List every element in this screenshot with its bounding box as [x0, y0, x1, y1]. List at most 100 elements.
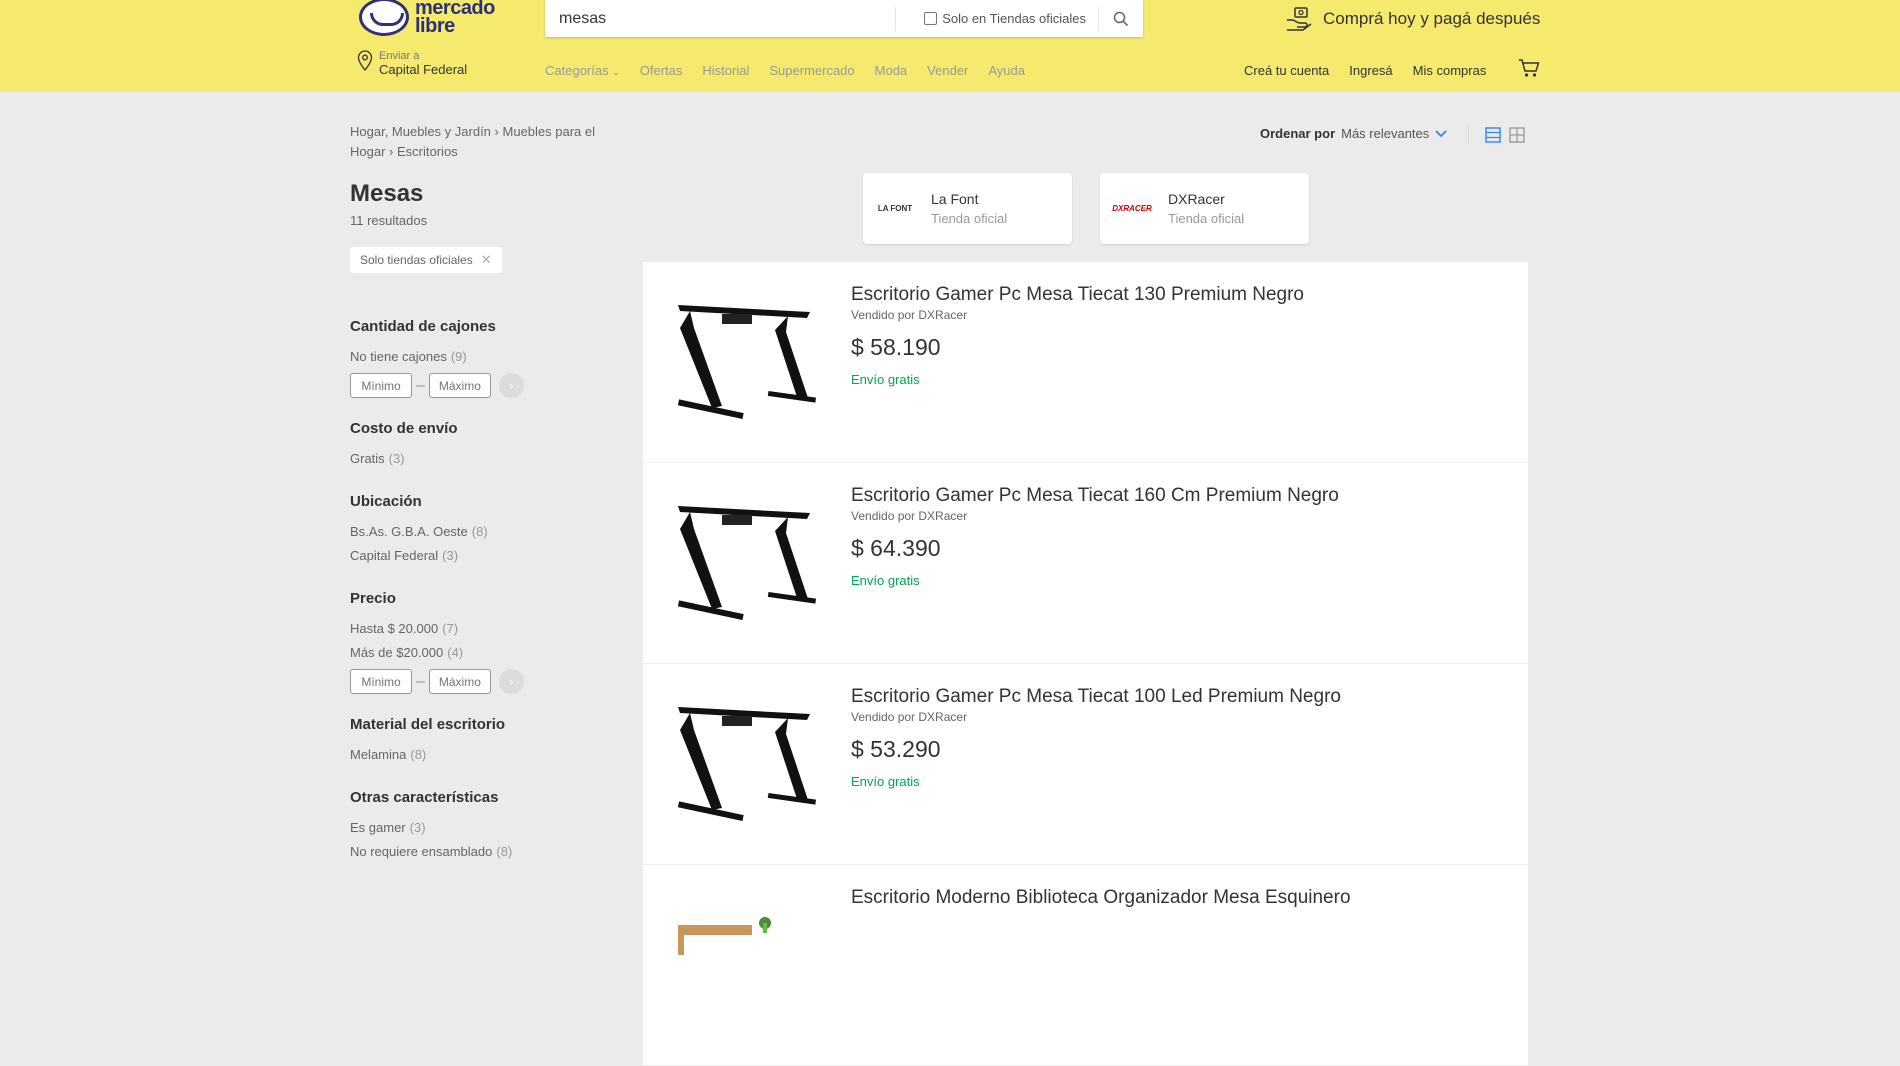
product-card[interactable]: Escritorio Moderno Biblioteca Organizado…	[643, 865, 1528, 1066]
search-icon	[1113, 11, 1129, 26]
filter-group: Material del escritorio Melamina (8)	[350, 716, 610, 767]
wooden-desk-image[interactable]	[670, 893, 820, 1043]
product-card[interactable]: Escritorio Gamer Pc Mesa Tiecat 130 Prem…	[643, 262, 1528, 463]
gaming-desk-image[interactable]	[670, 491, 820, 641]
search-button[interactable]	[1099, 0, 1143, 37]
my-purchases-link[interactable]: Mis compras	[1413, 63, 1487, 78]
handshake-logo-icon	[359, 0, 409, 36]
filter-group: Precio Hasta $ 20.000 (7) Más de $20.000(…	[350, 590, 610, 694]
store-card-la-font[interactable]: LA FONT La Font Tienda oficial	[863, 173, 1072, 244]
nav-supermarket[interactable]: Supermercado	[769, 63, 854, 78]
filter-title: Otras características	[350, 789, 499, 806]
filter-option[interactable]: Gratis (3)	[350, 447, 610, 471]
close-icon[interactable]: ✕	[481, 252, 492, 268]
sort-label: Ordenar por	[1260, 126, 1336, 141]
product-title[interactable]: Escritorio Moderno Biblioteca Organizado…	[851, 887, 1351, 909]
store-name: La Font	[931, 190, 979, 207]
login-link[interactable]: Ingresá	[1349, 63, 1392, 78]
apply-range-button[interactable]: ›	[498, 669, 524, 694]
filter-option[interactable]: No tiene cajones (9)	[350, 345, 610, 369]
main-nav: Categorías ⌄ Ofertas Historial Supermerc…	[545, 63, 1025, 78]
chevron-down-icon: ⌄	[612, 67, 620, 77]
free-shipping-label: Envío gratis	[851, 774, 920, 789]
search-bar: Solo en Tiendas oficiales	[545, 0, 1143, 37]
filter-title: Costo de envío	[350, 420, 458, 437]
store-type: Tienda oficial	[931, 210, 1008, 226]
list-view-icon[interactable]	[1485, 127, 1501, 143]
divider	[1468, 126, 1469, 144]
official-stores: LA FONT La Font Tienda oficial DXRACER D…	[863, 173, 1309, 244]
product-price: $ 58.190	[851, 334, 941, 360]
nav-categories[interactable]: Categorías ⌄	[545, 63, 620, 78]
filter-group: Costo de envío Gratis (3)	[350, 420, 610, 471]
product-title[interactable]: Escritorio Gamer Pc Mesa Tiecat 160 Cm P…	[851, 485, 1339, 507]
cart-button[interactable]	[1518, 58, 1540, 83]
official-stores-toggle[interactable]: Solo en Tiendas oficiales	[912, 11, 1098, 26]
active-filter-chip[interactable]: Solo tiendas oficiales ✕	[350, 247, 502, 273]
nav-fashion[interactable]: Moda	[875, 63, 908, 78]
nav-history[interactable]: Historial	[702, 63, 749, 78]
store-logo: LA FONT	[877, 204, 913, 213]
gaming-desk-image[interactable]	[670, 290, 820, 440]
mercadolibre-logo[interactable]: mercado libre	[359, 0, 495, 36]
min-input[interactable]	[350, 669, 412, 694]
filter-title: Material del escritorio	[350, 716, 506, 733]
filter-option[interactable]: Capital Federal (3)	[350, 544, 610, 568]
store-type: Tienda oficial	[1168, 210, 1245, 226]
product-price: $ 64.390	[851, 535, 941, 561]
product-card[interactable]: Escritorio Gamer Pc Mesa Tiecat 100 Led …	[643, 664, 1528, 865]
chevron-right-icon: ›	[389, 144, 397, 159]
nav-offers[interactable]: Ofertas	[640, 63, 683, 78]
location-selector[interactable]: Enviar a Capital Federal	[357, 50, 467, 78]
breadcrumb-link[interactable]: Hogar, Muebles y Jardín	[350, 124, 491, 139]
range-filter: – ›	[350, 373, 610, 398]
max-input[interactable]	[428, 669, 491, 694]
free-shipping-label: Envío gratis	[851, 573, 920, 588]
promo-text: Comprá hoy y pagá después	[1323, 9, 1541, 28]
filter-option[interactable]: Melamina (8)	[350, 743, 610, 767]
filter-option[interactable]: Bs.As. G.B.A. Oeste (8)	[350, 520, 610, 544]
view-toggle	[1468, 126, 1525, 144]
hand-money-icon	[1287, 7, 1312, 31]
store-name: DXRacer	[1168, 190, 1225, 207]
nav-sell[interactable]: Vender	[927, 63, 968, 78]
filter-option[interactable]: No requiere ensamblado (8)	[350, 840, 610, 864]
search-input[interactable]	[545, 9, 895, 28]
header: mercadolibre Solo en Tiendas oficiales C…	[0, 0, 1900, 92]
breadcrumb: Hogar, Muebles y Jardín › Muebles para e…	[350, 122, 630, 162]
product-title[interactable]: Escritorio Gamer Pc Mesa Tiecat 130 Prem…	[851, 284, 1304, 306]
active-filter-label: Solo tiendas oficiales	[360, 253, 473, 267]
filter-group: Cantidad de cajones No tiene cajones (9) …	[350, 318, 610, 398]
product-title[interactable]: Escritorio Gamer Pc Mesa Tiecat 100 Led …	[851, 686, 1341, 708]
store-card-dxracer[interactable]: DXRACER DXRacer Tienda oficial	[1100, 173, 1309, 244]
official-stores-label: Solo en Tiendas oficiales	[942, 11, 1086, 26]
promo-banner[interactable]: Comprá hoy y pagá después	[1285, 6, 1540, 32]
logo-text: mercado libre	[415, 0, 495, 37]
sort-value: Más relevantes	[1341, 126, 1430, 141]
apply-range-button[interactable]: ›	[498, 373, 524, 398]
grid-view-icon[interactable]	[1509, 127, 1525, 143]
results-list: Escritorio Gamer Pc Mesa Tiecat 130 Prem…	[643, 262, 1528, 1066]
official-stores-checkbox[interactable]	[924, 12, 938, 25]
min-input[interactable]	[350, 373, 412, 398]
gaming-desk-image[interactable]	[670, 692, 820, 842]
create-account-link[interactable]: Creá tu cuenta	[1244, 63, 1329, 78]
max-input[interactable]	[428, 373, 491, 398]
filter-option[interactable]: Hasta $ 20.000 (7)	[350, 617, 610, 641]
location-value: Capital Federal	[379, 62, 468, 77]
product-seller: Vendido por DXRacer	[851, 710, 968, 724]
results-count: 11 resultados	[350, 213, 428, 228]
filter-title: Precio	[350, 590, 396, 607]
store-logo: DXRACER	[1112, 204, 1152, 213]
free-shipping-label: Envío gratis	[851, 372, 920, 387]
sort-dropdown[interactable]: Ordenar por Más relevantes	[1260, 126, 1447, 141]
filter-option[interactable]: Es gamer (3)	[350, 816, 610, 840]
product-card[interactable]: Escritorio Gamer Pc Mesa Tiecat 160 Cm P…	[643, 463, 1528, 664]
nav-help[interactable]: Ayuda	[988, 63, 1025, 78]
product-seller: Vendido por DXRacer	[851, 308, 968, 322]
breadcrumb-current[interactable]: Escritorios	[397, 144, 458, 159]
range-filter: – ›	[350, 669, 610, 694]
filter-option[interactable]: Más de $20.000 (4)	[350, 641, 610, 665]
filters-sidebar: Cantidad de cajones No tiene cajones (9) …	[350, 318, 610, 886]
account-nav: Creá tu cuenta Ingresá Mis compras	[1244, 63, 1486, 78]
